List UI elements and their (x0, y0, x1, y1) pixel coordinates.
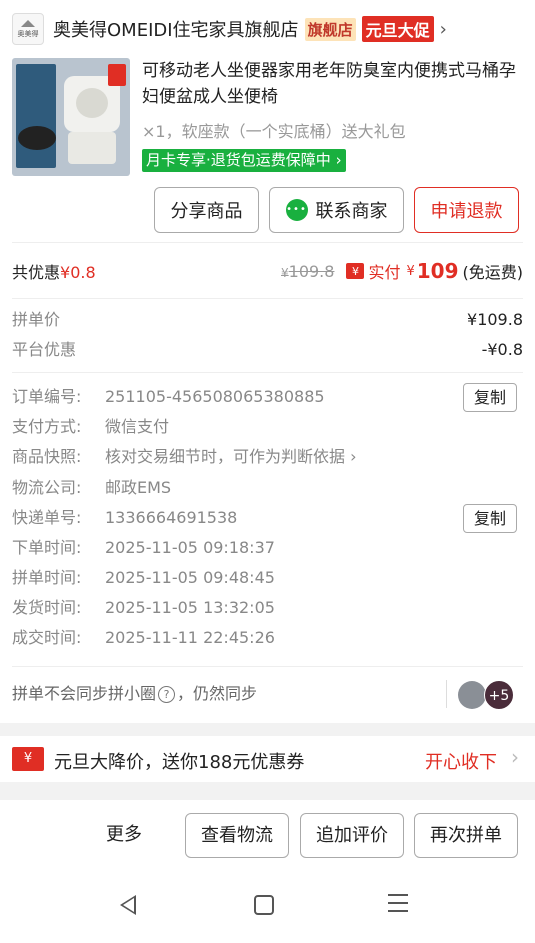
chevron-right-icon: › (350, 447, 357, 466)
order-time-value: 2025-11-05 09:18:37 (105, 538, 275, 557)
product-card[interactable]: 可移动老人坐便器家用老年防臭室内便携式马桶孕妇便盆成人坐便椅 ×1，软座款（一个… (12, 58, 523, 178)
logistics-company-value: 邮政EMS (105, 478, 172, 497)
guarantee-badge[interactable]: 月卡专享·退货包运费保障中 › (142, 149, 346, 172)
product-title[interactable]: 可移动老人坐便器家用老年防臭室内便携式马桶孕妇便盆成人坐便椅 (142, 58, 520, 110)
view-logistics-button[interactable]: 查看物流 (185, 813, 289, 858)
logistics-company-label: 物流公司: (12, 478, 82, 497)
platform-discount-value: -¥0.8 (481, 340, 523, 359)
snapshot-row[interactable]: 商品快照: 核对交易细节时，可作为判断依据 › (12, 445, 523, 469)
logistics-company-row: 物流公司: 邮政EMS (12, 476, 523, 500)
deal-time-label: 成交时间: (12, 628, 82, 647)
share-product-button[interactable]: 分享商品 (154, 187, 259, 233)
chat-icon: ••• (285, 199, 308, 221)
shop-logo-text: 奥美得 (17, 29, 39, 38)
tracking-number-row: 快递单号: 1336664691538 复制 (12, 504, 523, 533)
accept-coupon-link[interactable]: 开心收下 (425, 748, 497, 774)
tracking-number-label: 快递单号: (12, 508, 82, 527)
promo-badge: 元旦大促 (361, 16, 434, 42)
menu-icon[interactable] (388, 894, 408, 914)
help-icon[interactable]: ? (158, 686, 176, 703)
coupon-promo[interactable]: ¥ 元旦大降价，送你188元优惠券 开心收下 › (0, 736, 535, 782)
group-time-label: 拼单时间: (12, 568, 82, 587)
order-time-row: 下单时间: 2025-11-05 09:18:37 (12, 536, 523, 560)
order-number-value: 251105-456508065380885 (105, 387, 325, 406)
group-time-row: 拼单时间: 2025-11-05 09:48:45 (12, 566, 523, 590)
discount-value: ¥0.8 (60, 263, 96, 282)
original-price: ¥109.8 (281, 262, 334, 281)
payment-method-label: 支付方式: (12, 417, 82, 436)
product-image[interactable] (12, 58, 130, 176)
snapshot-link[interactable]: 核对交易细节时，可作为判断依据 › (105, 445, 357, 469)
order-number-row: 订单编号: 251105-456508065380885 复制 (12, 383, 523, 412)
add-review-button[interactable]: 追加评价 (300, 813, 404, 858)
snapshot-label: 商品快照: (12, 447, 82, 466)
more-button[interactable]: 更多 (106, 820, 142, 846)
deal-time-value: 2025-11-11 22:45:26 (105, 628, 275, 647)
divider (12, 372, 523, 373)
order-number-label: 订单编号: (12, 387, 82, 406)
promo-text: 元旦大降价，送你188元优惠券 (54, 752, 305, 773)
group-price-label: 拼单价 (12, 310, 61, 329)
tracking-number-value: 1336664691538 (105, 508, 238, 527)
rebuy-button[interactable]: 再次拼单 (414, 813, 518, 858)
paid-amount: 109 (416, 259, 459, 283)
shipping-note: (免运费) (462, 263, 524, 282)
divider (12, 242, 523, 243)
guarantee-text: 月卡专享·退货包运费保障中 (146, 151, 331, 169)
discount-label: 共优惠 (12, 263, 61, 282)
chevron-right-icon: › (335, 151, 342, 169)
payment-method-value: 微信支付 (105, 417, 170, 436)
paid-label: 实付 (368, 263, 401, 282)
paid-currency: ¥ (406, 263, 415, 279)
platform-discount-row: 平台优惠 -¥0.8 (12, 338, 523, 362)
deal-time-row: 成交时间: 2025-11-11 22:45:26 (12, 626, 523, 650)
ship-time-label: 发货时间: (12, 598, 82, 617)
refund-label: 申请退款 (430, 201, 503, 222)
flagship-badge: 旗舰店 (304, 17, 356, 41)
shop-logo-icon: 奥美得 (12, 13, 44, 45)
pay-icon: ¥ (346, 263, 365, 279)
divider (12, 298, 523, 299)
group-price-row: 拼单价 ¥109.8 (12, 308, 523, 332)
snapshot-value: 核对交易细节时，可作为判断依据 (105, 447, 346, 466)
ship-time-value: 2025-11-05 13:32:05 (105, 598, 275, 617)
contact-label: 联系商家 (315, 201, 388, 222)
price-summary: 共优惠¥0.8 ¥109.8 ¥ 实付 ¥ 109 (免运费) (12, 257, 523, 285)
ship-time-row: 发货时间: 2025-11-05 13:32:05 (12, 596, 523, 620)
section-gap (0, 782, 535, 800)
order-time-label: 下单时间: (12, 538, 82, 557)
avatar-count[interactable]: +5 (484, 680, 514, 710)
group-price-value: ¥109.8 (467, 310, 523, 329)
request-refund-button[interactable]: 申请退款 (414, 187, 519, 233)
original-currency: ¥ (281, 265, 289, 280)
home-icon[interactable] (254, 895, 274, 915)
platform-discount-label: 平台优惠 (12, 340, 77, 359)
copy-order-number-button[interactable]: 复制 (463, 383, 517, 412)
divider (446, 680, 447, 708)
shop-header[interactable]: 奥美得 奥美得OMEIDI住宅家具旗舰店 旗舰店 元旦大促 › (0, 0, 535, 58)
chevron-right-icon[interactable]: › (440, 19, 447, 40)
shop-name[interactable]: 奥美得OMEIDI住宅家具旗舰店 (53, 16, 299, 42)
group-sync-row: 拼单不会同步拼小圈? ，仍然同步 +5 (12, 678, 523, 710)
group-sync-text-b: ，仍然同步 (177, 684, 258, 703)
product-spec: ×1，软座款（一个实底桶）送大礼包 (142, 122, 406, 141)
section-gap (0, 723, 535, 736)
back-icon[interactable] (120, 895, 136, 915)
contact-seller-button[interactable]: ••• 联系商家 (269, 187, 404, 233)
share-label: 分享商品 (170, 201, 243, 222)
copy-tracking-number-button[interactable]: 复制 (463, 504, 517, 533)
group-time-value: 2025-11-05 09:48:45 (105, 568, 275, 587)
order-actions: 分享商品 ••• 联系商家 申请退款 (0, 187, 535, 233)
avatar[interactable] (458, 681, 486, 709)
payment-method-row: 支付方式: 微信支付 (12, 415, 523, 439)
total-discount: 共优惠¥0.8 (12, 259, 96, 283)
divider (12, 666, 523, 667)
bottom-action-bar: 更多 查看物流 追加评价 再次拼单 (0, 800, 535, 870)
group-sync-text: 拼单不会同步拼小圈 (12, 684, 157, 703)
coupon-icon: ¥ (12, 747, 44, 771)
chevron-right-icon: › (511, 745, 519, 769)
original-amount: 109.8 (288, 261, 335, 281)
system-nav-bar (0, 870, 535, 943)
